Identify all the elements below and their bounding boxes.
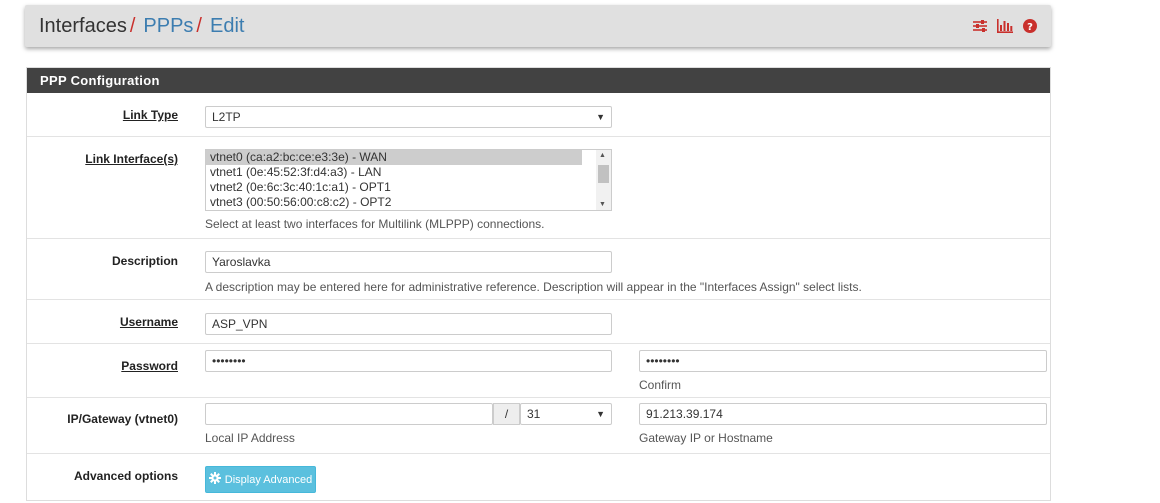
list-item[interactable]: vtnet3 (00:50:56:00:c8:c2) - OPT2 [206,195,582,210]
scroll-down-icon[interactable]: ▼ [599,201,606,208]
breadcrumb-edit-link[interactable]: Edit [210,15,244,38]
scrollbar-thumb[interactable] [598,165,609,183]
list-item[interactable]: vtnet1 (0e:45:52:3f:d4:a3) - LAN [206,165,582,180]
password-input[interactable]: •••••••• [205,350,612,372]
username-value: ASP_VPN [212,317,268,331]
panel-title: PPP Configuration [27,68,1050,93]
local-ip-group: / 31 ▼ [205,403,612,425]
gateway-input[interactable]: 91.213.39.174 [639,403,1047,425]
password-confirm-input[interactable]: •••••••• [639,350,1047,372]
header-icons: ? [973,19,1037,33]
help-icon[interactable]: ? [1023,19,1037,33]
breadcrumb: Interfaces / PPPs / Edit [39,15,244,38]
gateway-help: Gateway IP or Hostname [639,431,773,445]
sliders-icon[interactable] [973,19,987,33]
description-value: Yaroslavka [212,255,271,269]
subnet-slash: / [493,403,520,425]
advanced-options-label: Advanced options [73,469,178,483]
link-interfaces-listbox[interactable]: vtnet0 (ca:a2:bc:ce:e3:3e) - WAN vtnet1 … [205,149,612,211]
ip-gateway-label: IP/Gateway (vtnet0) [67,412,178,426]
username-label: Username [119,315,178,329]
link-interfaces-label: Link Interface(s) [85,152,178,166]
password-confirm-value: •••••••• [646,354,680,368]
advanced-options-row: Advanced options Display Advanced [27,454,1050,500]
password-value: •••••••• [212,354,246,368]
description-help: A description may be entered here for ad… [205,280,862,294]
password-confirm-help: Confirm [639,378,682,392]
link-interfaces-help: Select at least two interfaces for Multi… [205,217,545,231]
breadcrumb-bar: Interfaces / PPPs / Edit ? [25,5,1051,47]
password-row: Password •••••••• •••••••• Confirm [27,344,1050,398]
link-type-label: Link Type [122,108,178,122]
password-label: Password [121,359,178,373]
chevron-down-icon: ▼ [596,112,605,122]
scroll-up-icon[interactable]: ▲ [599,152,606,159]
list-item[interactable]: vtnet0 (ca:a2:bc:ce:e3:3e) - WAN [206,150,582,165]
display-advanced-button[interactable]: Display Advanced [205,466,316,493]
description-row: Description Yaroslavka A description may… [27,239,1050,300]
gateway-value: 91.213.39.174 [646,407,723,421]
link-interfaces-row: Link Interface(s) vtnet0 (ca:a2:bc:ce:e3… [27,137,1050,239]
listbox-scrollbar[interactable]: ▲ ▼ [596,150,611,210]
display-advanced-label: Display Advanced [224,473,313,486]
breadcrumb-separator: / [129,14,136,37]
chevron-down-icon: ▼ [596,409,605,419]
subnet-select[interactable]: 31 ▼ [520,403,612,425]
username-row: Username ASP_VPN [27,300,1050,344]
description-label: Description [111,254,178,268]
ppp-configuration-panel: PPP Configuration Link Type L2TP ▼ Link … [26,67,1051,501]
local-ip-help: Local IP Address [205,431,295,445]
local-ip-input[interactable] [205,403,493,425]
description-input[interactable]: Yaroslavka [205,251,612,273]
username-input[interactable]: ASP_VPN [205,313,612,335]
gear-icon [208,472,221,487]
link-type-value: L2TP [212,110,241,124]
breadcrumb-separator: / [196,14,202,37]
svg-text:?: ? [1027,22,1033,33]
list-item[interactable]: vtnet2 (0e:6c:3c:40:1c:a1) - OPT1 [206,180,582,195]
link-type-row: Link Type L2TP ▼ [27,93,1050,137]
ip-gateway-row: IP/Gateway (vtnet0) / 31 ▼ Local IP Addr… [27,398,1050,454]
link-type-select[interactable]: L2TP ▼ [205,106,612,128]
bar-chart-icon[interactable] [997,19,1013,33]
breadcrumb-root: Interfaces [39,14,127,37]
subnet-value: 31 [527,407,541,421]
breadcrumb-ppps-link[interactable]: PPPs [143,15,193,38]
